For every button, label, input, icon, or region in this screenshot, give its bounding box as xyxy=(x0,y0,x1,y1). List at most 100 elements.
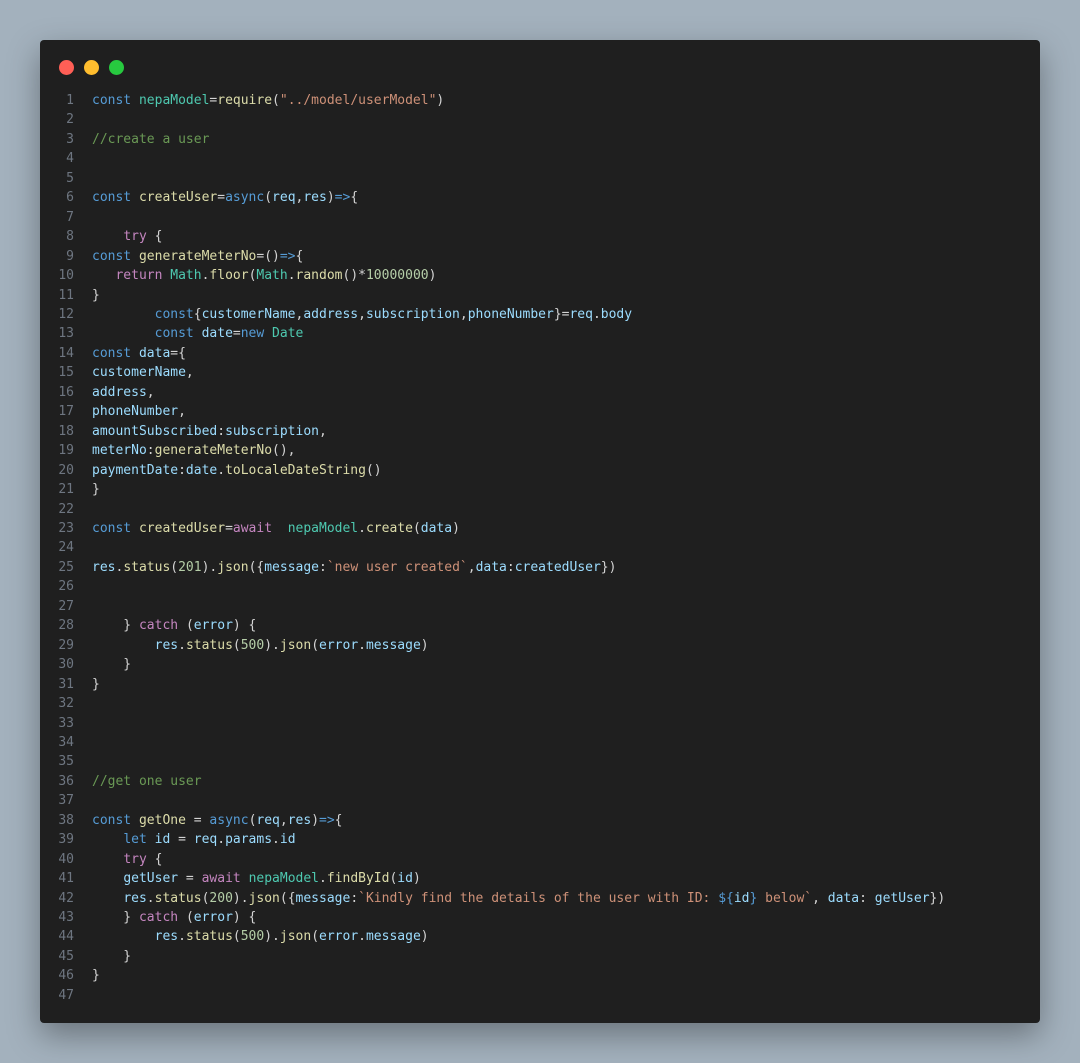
code-text: const createUser=async(req,res)=>{ xyxy=(92,190,359,206)
line-number: 10 xyxy=(58,268,74,284)
line-number: 38 xyxy=(58,812,74,828)
code-line: 21} xyxy=(40,480,1040,499)
code-line: 2 xyxy=(40,110,1040,129)
code-line: 40 try { xyxy=(40,850,1040,869)
line-number: 25 xyxy=(58,559,74,575)
code-text: try { xyxy=(123,851,163,867)
code-line: 23 const createdUser=await nepaModel.crea… xyxy=(40,519,1040,538)
line-number: 11 xyxy=(58,287,74,303)
code-text: } xyxy=(92,482,100,498)
code-line: 47 xyxy=(40,986,1040,1005)
code-line: 10 return Math.floor(Math.random()*10000… xyxy=(40,266,1040,285)
code-text: address, xyxy=(92,384,155,400)
line-number: 22 xyxy=(58,501,74,517)
code-text: const{customerName,address,subscription,… xyxy=(154,306,633,322)
code-line: 38 const getOne = async(req,res)=>{ xyxy=(40,811,1040,830)
line-number: 15 xyxy=(58,365,74,381)
code-text: paymentDate:date.toLocaleDateString() xyxy=(92,462,382,478)
code-line: 45 } xyxy=(40,947,1040,966)
code-line: 34 xyxy=(40,733,1040,752)
code-line: 39 let id = req.params.id xyxy=(40,830,1040,849)
maximize-dot-icon[interactable] xyxy=(109,60,124,75)
code-line: 24 xyxy=(40,538,1040,557)
code-line: 31} xyxy=(40,675,1040,694)
code-text: getUser = await nepaModel.findById(id) xyxy=(123,871,421,887)
line-number: 2 xyxy=(66,112,74,128)
line-number: 34 xyxy=(58,734,74,750)
line-number: 3 xyxy=(66,131,74,147)
line-number: 47 xyxy=(58,987,74,1003)
code-line: 41 getUser = await nepaModel.findById(id… xyxy=(40,869,1040,888)
line-number: 8 xyxy=(66,229,74,245)
code-line: 42 res.status(200).json({message:`Kindly… xyxy=(40,889,1040,908)
line-number: 5 xyxy=(66,170,74,186)
code-text: res.status(500).json(error.message) xyxy=(154,637,429,653)
code-text: phoneNumber, xyxy=(92,404,186,420)
code-text: customerName, xyxy=(92,365,194,381)
code-line: 15 customerName, xyxy=(40,363,1040,382)
code-line: 19 meterNo:generateMeterNo(), xyxy=(40,441,1040,460)
code-line: 3 //create a user xyxy=(40,130,1040,149)
code-line: 20 paymentDate:date.toLocaleDateString() xyxy=(40,461,1040,480)
code-text: //create a user xyxy=(92,131,210,147)
code-text: } xyxy=(92,657,132,673)
line-number: 33 xyxy=(58,715,74,731)
code-line: 36 //get one user xyxy=(40,772,1040,791)
code-text: res.status(201).json({message:`new user … xyxy=(92,559,617,575)
line-number: 16 xyxy=(58,384,74,400)
line-number: 1 xyxy=(66,93,74,108)
code-text: const data={ xyxy=(92,345,186,361)
code-line: 25 res.status(201).json({message:`new use… xyxy=(40,558,1040,577)
code-line: 27 xyxy=(40,597,1040,616)
line-number: 29 xyxy=(58,637,74,653)
code-line: 1 const nepaModel=require("../model/userM… xyxy=(40,91,1040,110)
line-number: 30 xyxy=(58,657,74,673)
code-line: 12 const{customerName,address,subscripti… xyxy=(40,305,1040,324)
line-number: 27 xyxy=(58,598,74,614)
code-text: const date=new Date xyxy=(154,326,304,342)
line-number: 43 xyxy=(58,910,74,926)
code-text: } xyxy=(92,968,100,984)
line-number: 31 xyxy=(58,676,74,692)
code-text: } xyxy=(92,676,100,692)
line-number: 39 xyxy=(58,832,74,848)
minimize-dot-icon[interactable] xyxy=(84,60,99,75)
code-block: 1 const nepaModel=require("../model/userM… xyxy=(40,91,1040,1005)
line-number: 40 xyxy=(58,851,74,867)
code-line: 16 address, xyxy=(40,383,1040,402)
line-number: 21 xyxy=(58,482,74,498)
code-text: let id = req.params.id xyxy=(123,832,296,848)
code-text: } xyxy=(92,287,100,303)
line-number: 41 xyxy=(58,871,74,887)
line-number: 37 xyxy=(58,793,74,809)
line-number: 7 xyxy=(66,209,74,225)
line-number: 6 xyxy=(66,190,74,206)
code-line: 37 xyxy=(40,791,1040,810)
line-number: 17 xyxy=(58,404,74,420)
code-line: 14 const data={ xyxy=(40,344,1040,363)
line-number: 12 xyxy=(58,306,74,322)
code-line: 8 try { xyxy=(40,227,1040,246)
line-number: 45 xyxy=(58,948,74,964)
line-number: 44 xyxy=(58,929,74,945)
code-line: 13 const date=new Date xyxy=(40,324,1040,343)
line-number: 35 xyxy=(58,754,74,770)
code-text: res.status(500).json(error.message) xyxy=(154,929,429,945)
code-line: 29 res.status(500).json(error.message) xyxy=(40,636,1040,655)
code-line: 33 xyxy=(40,714,1040,733)
line-number: 13 xyxy=(58,326,74,342)
code-line: 32 xyxy=(40,694,1040,713)
line-number: 42 xyxy=(58,890,74,906)
code-line: 18 amountSubscribed:subscription, xyxy=(40,422,1040,441)
window-titlebar xyxy=(40,40,1040,92)
line-number: 26 xyxy=(58,579,74,595)
close-dot-icon[interactable] xyxy=(59,60,74,75)
line-number: 23 xyxy=(58,520,74,536)
line-number: 19 xyxy=(58,443,74,459)
line-number: 36 xyxy=(58,773,74,789)
line-number: 28 xyxy=(58,618,74,634)
code-text: const generateMeterNo=()=>{ xyxy=(92,248,304,264)
code-text: amountSubscribed:subscription, xyxy=(92,423,327,439)
code-line: 26 xyxy=(40,577,1040,596)
code-text: return Math.floor(Math.random()*10000000… xyxy=(115,268,437,284)
